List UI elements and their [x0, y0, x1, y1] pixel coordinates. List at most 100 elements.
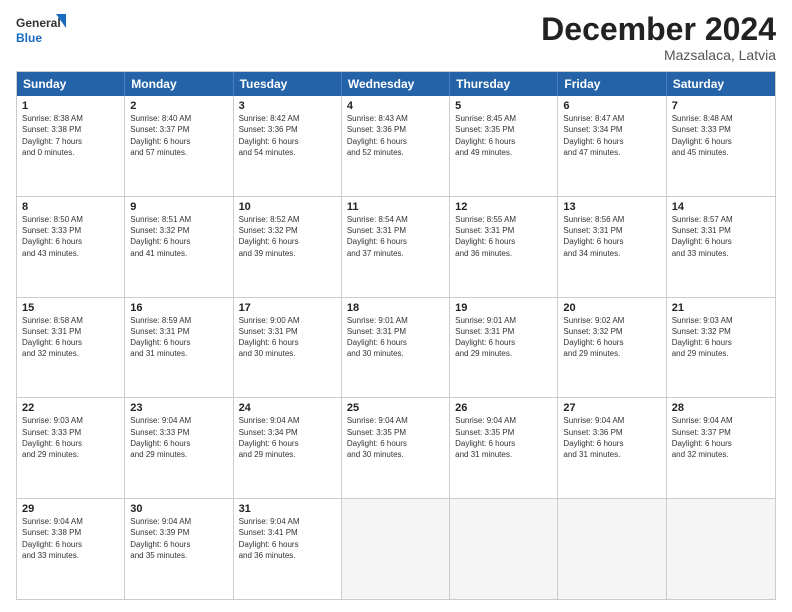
- cell-info: Sunrise: 8:52 AM Sunset: 3:32 PM Dayligh…: [239, 214, 336, 259]
- month-title: December 2024: [541, 12, 776, 47]
- cell-info: Sunrise: 9:04 AM Sunset: 3:34 PM Dayligh…: [239, 415, 336, 460]
- table-row: 2Sunrise: 8:40 AM Sunset: 3:37 PM Daylig…: [125, 96, 233, 196]
- day-number: 18: [347, 302, 444, 314]
- week-row-2: 8Sunrise: 8:50 AM Sunset: 3:33 PM Daylig…: [17, 196, 775, 297]
- table-row: 8Sunrise: 8:50 AM Sunset: 3:33 PM Daylig…: [17, 197, 125, 297]
- cell-info: Sunrise: 9:04 AM Sunset: 3:37 PM Dayligh…: [672, 415, 770, 460]
- day-number: 11: [347, 201, 444, 213]
- page: General Blue December 2024 Mazsalaca, La…: [0, 0, 792, 612]
- day-number: 23: [130, 402, 227, 414]
- day-number: 31: [239, 503, 336, 515]
- logo-svg: General Blue: [16, 12, 66, 48]
- cell-info: Sunrise: 8:38 AM Sunset: 3:38 PM Dayligh…: [22, 113, 119, 158]
- cell-info: Sunrise: 9:01 AM Sunset: 3:31 PM Dayligh…: [347, 315, 444, 360]
- day-number: 24: [239, 402, 336, 414]
- table-row: [342, 499, 450, 599]
- day-number: 8: [22, 201, 119, 213]
- week-row-3: 15Sunrise: 8:58 AM Sunset: 3:31 PM Dayli…: [17, 297, 775, 398]
- day-number: 26: [455, 402, 552, 414]
- week-row-1: 1Sunrise: 8:38 AM Sunset: 3:38 PM Daylig…: [17, 96, 775, 196]
- day-number: 1: [22, 100, 119, 112]
- table-row: 16Sunrise: 8:59 AM Sunset: 3:31 PM Dayli…: [125, 298, 233, 398]
- table-row: 15Sunrise: 8:58 AM Sunset: 3:31 PM Dayli…: [17, 298, 125, 398]
- header-friday: Friday: [558, 72, 666, 96]
- table-row: 5Sunrise: 8:45 AM Sunset: 3:35 PM Daylig…: [450, 96, 558, 196]
- cell-info: Sunrise: 8:51 AM Sunset: 3:32 PM Dayligh…: [130, 214, 227, 259]
- day-number: 22: [22, 402, 119, 414]
- cell-info: Sunrise: 9:00 AM Sunset: 3:31 PM Dayligh…: [239, 315, 336, 360]
- table-row: 18Sunrise: 9:01 AM Sunset: 3:31 PM Dayli…: [342, 298, 450, 398]
- table-row: 24Sunrise: 9:04 AM Sunset: 3:34 PM Dayli…: [234, 398, 342, 498]
- day-number: 16: [130, 302, 227, 314]
- table-row: 28Sunrise: 9:04 AM Sunset: 3:37 PM Dayli…: [667, 398, 775, 498]
- cell-info: Sunrise: 8:55 AM Sunset: 3:31 PM Dayligh…: [455, 214, 552, 259]
- cell-info: Sunrise: 8:59 AM Sunset: 3:31 PM Dayligh…: [130, 315, 227, 360]
- cell-info: Sunrise: 8:58 AM Sunset: 3:31 PM Dayligh…: [22, 315, 119, 360]
- week-row-5: 29Sunrise: 9:04 AM Sunset: 3:38 PM Dayli…: [17, 498, 775, 599]
- cell-info: Sunrise: 8:47 AM Sunset: 3:34 PM Dayligh…: [563, 113, 660, 158]
- cell-info: Sunrise: 9:04 AM Sunset: 3:33 PM Dayligh…: [130, 415, 227, 460]
- header-saturday: Saturday: [667, 72, 775, 96]
- header-monday: Monday: [125, 72, 233, 96]
- cell-info: Sunrise: 9:04 AM Sunset: 3:41 PM Dayligh…: [239, 516, 336, 561]
- table-row: 23Sunrise: 9:04 AM Sunset: 3:33 PM Dayli…: [125, 398, 233, 498]
- day-number: 12: [455, 201, 552, 213]
- day-number: 20: [563, 302, 660, 314]
- table-row: 3Sunrise: 8:42 AM Sunset: 3:36 PM Daylig…: [234, 96, 342, 196]
- cell-info: Sunrise: 8:45 AM Sunset: 3:35 PM Dayligh…: [455, 113, 552, 158]
- day-number: 14: [672, 201, 770, 213]
- cell-info: Sunrise: 9:04 AM Sunset: 3:35 PM Dayligh…: [347, 415, 444, 460]
- table-row: 10Sunrise: 8:52 AM Sunset: 3:32 PM Dayli…: [234, 197, 342, 297]
- header-wednesday: Wednesday: [342, 72, 450, 96]
- day-number: 21: [672, 302, 770, 314]
- table-row: 11Sunrise: 8:54 AM Sunset: 3:31 PM Dayli…: [342, 197, 450, 297]
- svg-text:Blue: Blue: [16, 31, 42, 45]
- day-number: 27: [563, 402, 660, 414]
- table-row: [558, 499, 666, 599]
- table-row: [450, 499, 558, 599]
- table-row: 6Sunrise: 8:47 AM Sunset: 3:34 PM Daylig…: [558, 96, 666, 196]
- calendar: Sunday Monday Tuesday Wednesday Thursday…: [16, 71, 776, 600]
- table-row: 31Sunrise: 9:04 AM Sunset: 3:41 PM Dayli…: [234, 499, 342, 599]
- table-row: 7Sunrise: 8:48 AM Sunset: 3:33 PM Daylig…: [667, 96, 775, 196]
- table-row: 19Sunrise: 9:01 AM Sunset: 3:31 PM Dayli…: [450, 298, 558, 398]
- logo: General Blue: [16, 12, 66, 48]
- cell-info: Sunrise: 8:48 AM Sunset: 3:33 PM Dayligh…: [672, 113, 770, 158]
- day-number: 13: [563, 201, 660, 213]
- table-row: 17Sunrise: 9:00 AM Sunset: 3:31 PM Dayli…: [234, 298, 342, 398]
- cell-info: Sunrise: 8:54 AM Sunset: 3:31 PM Dayligh…: [347, 214, 444, 259]
- cell-info: Sunrise: 8:40 AM Sunset: 3:37 PM Dayligh…: [130, 113, 227, 158]
- cell-info: Sunrise: 9:04 AM Sunset: 3:35 PM Dayligh…: [455, 415, 552, 460]
- cell-info: Sunrise: 8:42 AM Sunset: 3:36 PM Dayligh…: [239, 113, 336, 158]
- table-row: 25Sunrise: 9:04 AM Sunset: 3:35 PM Dayli…: [342, 398, 450, 498]
- location: Mazsalaca, Latvia: [541, 47, 776, 63]
- day-number: 25: [347, 402, 444, 414]
- cell-info: Sunrise: 9:03 AM Sunset: 3:33 PM Dayligh…: [22, 415, 119, 460]
- table-row: 22Sunrise: 9:03 AM Sunset: 3:33 PM Dayli…: [17, 398, 125, 498]
- day-number: 19: [455, 302, 552, 314]
- cell-info: Sunrise: 9:04 AM Sunset: 3:38 PM Dayligh…: [22, 516, 119, 561]
- table-row: 1Sunrise: 8:38 AM Sunset: 3:38 PM Daylig…: [17, 96, 125, 196]
- table-row: 14Sunrise: 8:57 AM Sunset: 3:31 PM Dayli…: [667, 197, 775, 297]
- cell-info: Sunrise: 8:43 AM Sunset: 3:36 PM Dayligh…: [347, 113, 444, 158]
- cell-info: Sunrise: 9:02 AM Sunset: 3:32 PM Dayligh…: [563, 315, 660, 360]
- table-row: 27Sunrise: 9:04 AM Sunset: 3:36 PM Dayli…: [558, 398, 666, 498]
- day-number: 7: [672, 100, 770, 112]
- day-number: 29: [22, 503, 119, 515]
- day-number: 10: [239, 201, 336, 213]
- table-row: 20Sunrise: 9:02 AM Sunset: 3:32 PM Dayli…: [558, 298, 666, 398]
- cell-info: Sunrise: 9:04 AM Sunset: 3:36 PM Dayligh…: [563, 415, 660, 460]
- header-tuesday: Tuesday: [234, 72, 342, 96]
- day-number: 28: [672, 402, 770, 414]
- table-row: 29Sunrise: 9:04 AM Sunset: 3:38 PM Dayli…: [17, 499, 125, 599]
- day-number: 2: [130, 100, 227, 112]
- table-row: 26Sunrise: 9:04 AM Sunset: 3:35 PM Dayli…: [450, 398, 558, 498]
- day-number: 4: [347, 100, 444, 112]
- day-number: 30: [130, 503, 227, 515]
- title-area: December 2024 Mazsalaca, Latvia: [541, 12, 776, 63]
- calendar-header: Sunday Monday Tuesday Wednesday Thursday…: [17, 72, 775, 96]
- day-number: 3: [239, 100, 336, 112]
- table-row: 12Sunrise: 8:55 AM Sunset: 3:31 PM Dayli…: [450, 197, 558, 297]
- svg-text:General: General: [16, 16, 61, 30]
- table-row: 4Sunrise: 8:43 AM Sunset: 3:36 PM Daylig…: [342, 96, 450, 196]
